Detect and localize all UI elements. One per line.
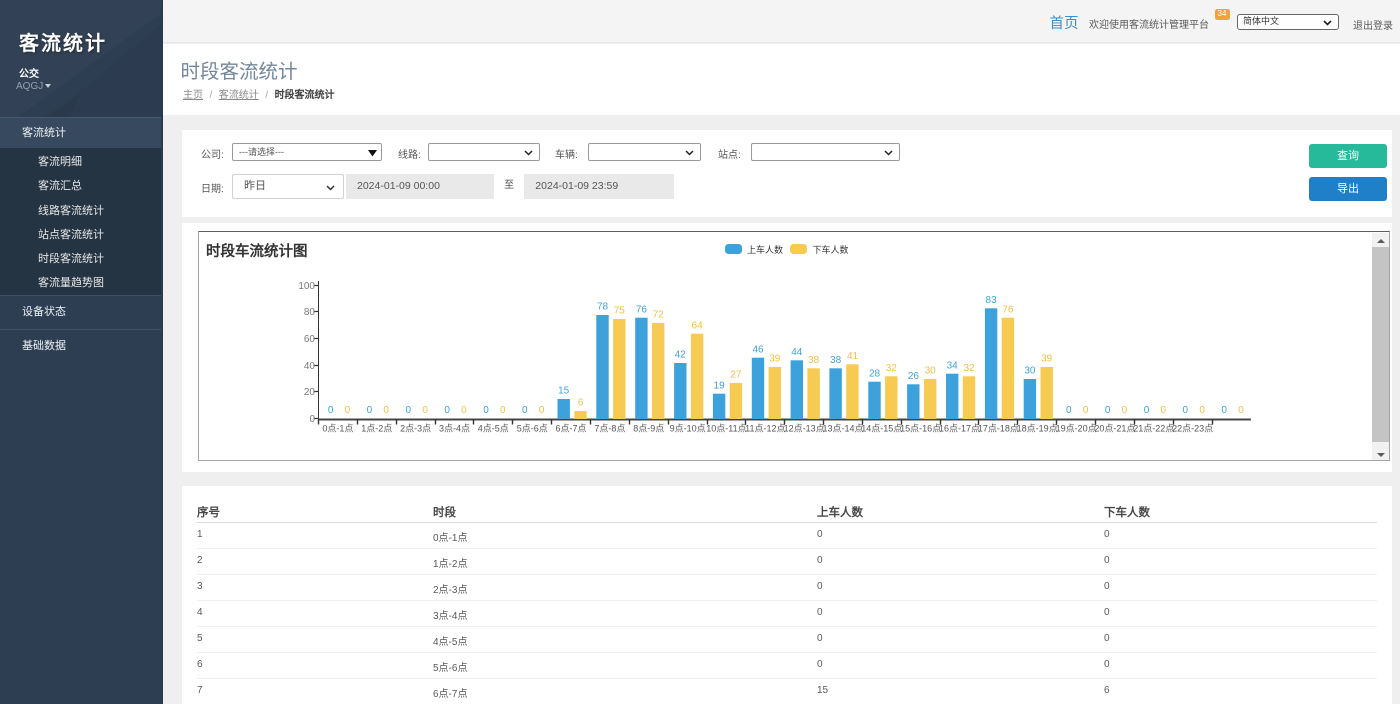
svg-text:19: 19: [714, 380, 726, 391]
svg-text:27: 27: [730, 370, 742, 381]
svg-text:0: 0: [522, 405, 528, 416]
svg-text:40: 40: [304, 361, 316, 372]
svg-text:0: 0: [1161, 405, 1167, 416]
svg-text:7点-8点: 7点-8点: [594, 424, 625, 434]
svg-text:17点-18点: 17点-18点: [978, 424, 1019, 434]
svg-text:0: 0: [406, 405, 412, 416]
svg-text:20: 20: [304, 387, 316, 398]
svg-text:72: 72: [653, 310, 665, 321]
svg-text:39: 39: [1041, 354, 1053, 365]
svg-text:9点-10点: 9点-10点: [670, 424, 706, 434]
svg-text:4点-5点: 4点-5点: [478, 424, 509, 434]
svg-text:64: 64: [692, 320, 704, 331]
svg-text:42: 42: [675, 350, 687, 361]
svg-text:39: 39: [769, 354, 781, 365]
svg-text:30: 30: [1024, 366, 1036, 377]
svg-text:78: 78: [597, 302, 609, 313]
svg-text:3点-4点: 3点-4点: [439, 424, 470, 434]
svg-text:5点-6点: 5点-6点: [517, 424, 548, 434]
svg-text:0: 0: [1144, 405, 1150, 416]
svg-text:13点-14点: 13点-14点: [822, 424, 863, 434]
svg-text:76: 76: [636, 304, 648, 315]
svg-text:0: 0: [367, 405, 373, 416]
svg-text:15: 15: [558, 386, 570, 397]
svg-text:20点-21点: 20点-21点: [1094, 424, 1135, 434]
svg-text:0: 0: [1183, 405, 1189, 416]
svg-text:0: 0: [1221, 405, 1227, 416]
svg-text:0点-1点: 0点-1点: [322, 424, 353, 434]
svg-text:0: 0: [461, 405, 467, 416]
svg-text:22点-23点: 22点-23点: [1172, 424, 1213, 434]
svg-text:6: 6: [578, 398, 584, 409]
svg-text:0: 0: [1199, 405, 1205, 416]
svg-text:38: 38: [808, 355, 820, 366]
svg-text:0: 0: [500, 405, 506, 416]
svg-text:6点-7点: 6点-7点: [555, 424, 586, 434]
svg-text:0: 0: [1066, 405, 1072, 416]
svg-text:100: 100: [298, 281, 315, 292]
svg-text:0: 0: [1083, 405, 1089, 416]
svg-text:0: 0: [483, 405, 489, 416]
svg-text:32: 32: [886, 363, 898, 374]
svg-text:0: 0: [1105, 405, 1111, 416]
svg-text:60: 60: [304, 334, 316, 345]
svg-text:0: 0: [444, 405, 450, 416]
svg-text:21点-22点: 21点-22点: [1133, 424, 1174, 434]
svg-text:14点-15点: 14点-15点: [861, 424, 902, 434]
svg-text:34: 34: [947, 360, 959, 371]
svg-text:26: 26: [908, 371, 920, 382]
svg-text:18点-19点: 18点-19点: [1017, 424, 1058, 434]
svg-text:8点-9点: 8点-9点: [633, 424, 664, 434]
svg-text:46: 46: [752, 344, 764, 355]
svg-text:76: 76: [1002, 304, 1014, 315]
svg-text:0: 0: [1238, 405, 1244, 416]
svg-text:0: 0: [383, 405, 389, 416]
svg-text:0: 0: [345, 405, 351, 416]
svg-text:75: 75: [614, 306, 626, 317]
svg-text:19点-20点: 19点-20点: [1056, 424, 1097, 434]
svg-text:1点-2点: 1点-2点: [361, 424, 392, 434]
svg-text:11点-12点: 11点-12点: [745, 424, 785, 434]
svg-text:15点-16点: 15点-16点: [900, 424, 941, 434]
svg-text:0: 0: [328, 405, 334, 416]
svg-text:0: 0: [309, 414, 315, 425]
svg-text:16点-17点: 16点-17点: [939, 424, 980, 434]
svg-text:0: 0: [539, 405, 545, 416]
svg-text:83: 83: [986, 295, 998, 306]
svg-text:32: 32: [963, 363, 975, 374]
svg-text:38: 38: [830, 355, 842, 366]
svg-text:80: 80: [304, 307, 316, 318]
svg-text:10点-11点: 10点-11点: [706, 424, 746, 434]
svg-text:30: 30: [925, 366, 937, 377]
svg-text:44: 44: [791, 347, 803, 358]
svg-text:0: 0: [422, 405, 428, 416]
svg-text:41: 41: [847, 351, 859, 362]
svg-text:28: 28: [869, 368, 881, 379]
svg-text:12点-13点: 12点-13点: [784, 424, 825, 434]
svg-text:2点-3点: 2点-3点: [400, 424, 431, 434]
svg-text:0: 0: [1122, 405, 1128, 416]
